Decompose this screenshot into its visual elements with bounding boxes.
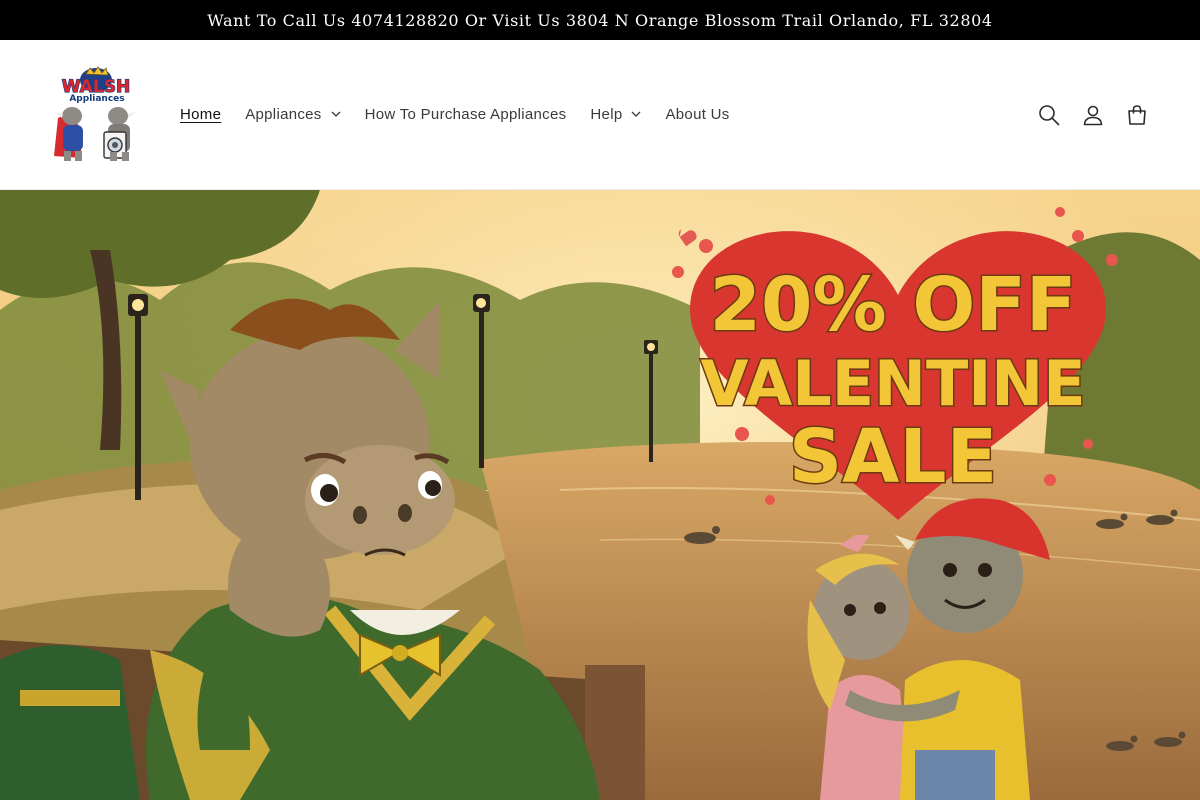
sale-headline-line-1: 20% OFF xyxy=(710,262,1077,348)
nav-item-about-us[interactable]: About Us xyxy=(653,106,741,123)
nav-item-label: Help xyxy=(590,105,623,123)
chevron-down-icon xyxy=(331,111,341,117)
site-header: WALSH Appliances Home Appliances How To … xyxy=(0,40,1200,190)
header-actions xyxy=(1034,100,1152,130)
sale-headline-line-2: VALENTINE xyxy=(700,347,1085,420)
nav-item-home[interactable]: Home xyxy=(168,106,233,123)
nav-item-appliances[interactable]: Appliances xyxy=(233,106,352,123)
cart-icon xyxy=(1128,105,1146,125)
chevron-down-icon xyxy=(632,111,641,117)
hero-banner[interactable]: 20% OFF VALENTINE SALE xyxy=(0,190,1200,800)
nav-item-how-to-purchase[interactable]: How To Purchase Appliances xyxy=(353,106,579,123)
cart-button[interactable] xyxy=(1122,100,1152,130)
announcement-bar: Want To Call Us 4074128820 Or Visit Us 3… xyxy=(0,0,1200,40)
logo-subtitle: Appliances xyxy=(69,94,124,104)
search-icon xyxy=(1039,105,1060,126)
sale-headline-line-3: SALE xyxy=(789,414,997,500)
main-nav: Home Appliances How To Purchase Applianc… xyxy=(168,102,742,126)
account-icon xyxy=(1083,105,1103,126)
hero-illustration: 20% OFF VALENTINE SALE xyxy=(0,190,1200,800)
nav-item-label: Home xyxy=(180,105,222,123)
announcement-text: Want To Call Us 4074128820 Or Visit Us 3… xyxy=(207,10,993,30)
nav-item-label: About Us xyxy=(665,105,730,123)
nav-item-label: Appliances xyxy=(245,105,322,123)
nav-item-help[interactable]: Help xyxy=(578,106,653,123)
store-logo[interactable]: WALSH Appliances xyxy=(48,66,144,164)
nav-item-label: How To Purchase Appliances xyxy=(364,105,567,123)
account-button[interactable] xyxy=(1078,100,1108,130)
search-button[interactable] xyxy=(1034,100,1064,130)
